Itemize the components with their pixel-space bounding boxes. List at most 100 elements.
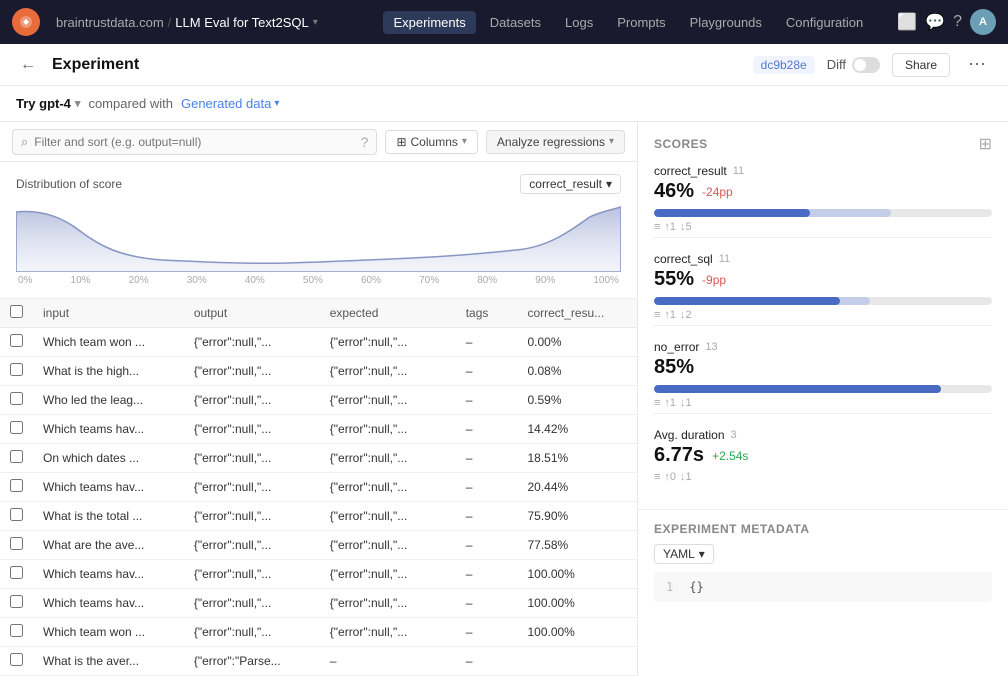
- row-select-checkbox[interactable]: [10, 363, 23, 376]
- row-checkbox[interactable]: [0, 502, 33, 531]
- row-input[interactable]: Who led the leag...: [33, 386, 184, 415]
- row-checkbox[interactable]: [0, 589, 33, 618]
- row-select-checkbox[interactable]: [10, 392, 23, 405]
- breadcrumb-project[interactable]: LLM Eval for Text2SQL: [175, 15, 308, 30]
- row-input[interactable]: What are the ave...: [33, 531, 184, 560]
- nav-link-logs[interactable]: Logs: [555, 11, 603, 34]
- score-action-2[interactable]: ↓1: [680, 471, 692, 483]
- search-input[interactable]: [34, 135, 354, 149]
- nav-link-prompts[interactable]: Prompts: [607, 11, 675, 34]
- score-action-1[interactable]: ↑1: [664, 309, 676, 321]
- row-input[interactable]: Which teams hav...: [33, 589, 184, 618]
- row-select-checkbox[interactable]: [10, 421, 23, 434]
- row-expected[interactable]: {"error":null,"...: [320, 386, 456, 415]
- row-output[interactable]: {"error":null,"...: [184, 560, 320, 589]
- row-output[interactable]: {"error":null,"...: [184, 386, 320, 415]
- row-select-checkbox[interactable]: [10, 508, 23, 521]
- row-expected[interactable]: {"error":null,"...: [320, 473, 456, 502]
- row-checkbox[interactable]: [0, 415, 33, 444]
- row-checkbox[interactable]: [0, 618, 33, 647]
- row-select-checkbox[interactable]: [10, 537, 23, 550]
- row-select-checkbox[interactable]: [10, 479, 23, 492]
- row-select-checkbox[interactable]: [10, 566, 23, 579]
- filter-input-wrap[interactable]: ⌕ ?: [12, 129, 377, 155]
- nav-link-experiments[interactable]: Experiments: [383, 11, 475, 34]
- compared-link[interactable]: Generated data ▾: [181, 96, 279, 111]
- score-action-0[interactable]: ≡: [654, 471, 660, 483]
- select-all-checkbox[interactable]: [10, 305, 23, 318]
- th-score[interactable]: correct_resu...: [517, 299, 637, 328]
- nav-link-datasets[interactable]: Datasets: [480, 11, 551, 34]
- row-input[interactable]: Which teams hav...: [33, 560, 184, 589]
- row-input[interactable]: Which team won ...: [33, 618, 184, 647]
- row-output[interactable]: {"error":null,"...: [184, 357, 320, 386]
- row-select-checkbox[interactable]: [10, 624, 23, 637]
- scores-options-icon[interactable]: ⊞: [979, 134, 992, 154]
- row-expected[interactable]: –: [320, 647, 456, 676]
- th-expected[interactable]: expected: [320, 299, 456, 328]
- score-action-1[interactable]: ↑1: [664, 397, 676, 409]
- row-expected[interactable]: {"error":null,"...: [320, 328, 456, 357]
- row-expected[interactable]: {"error":null,"...: [320, 357, 456, 386]
- row-input[interactable]: Which teams hav...: [33, 415, 184, 444]
- yaml-format-selector[interactable]: YAML ▾: [654, 544, 714, 564]
- score-action-2[interactable]: ↓5: [680, 221, 692, 233]
- score-action-2[interactable]: ↓1: [680, 397, 692, 409]
- row-checkbox[interactable]: [0, 328, 33, 357]
- columns-button[interactable]: ⊞ Columns ▾: [385, 130, 477, 154]
- chat-icon[interactable]: 💬: [925, 12, 945, 32]
- row-input[interactable]: What is the high...: [33, 357, 184, 386]
- score-action-2[interactable]: ↓2: [680, 309, 692, 321]
- analyze-regressions-button[interactable]: Analyze regressions ▾: [486, 130, 625, 154]
- row-output[interactable]: {"error":null,"...: [184, 531, 320, 560]
- score-action-0[interactable]: ≡: [654, 221, 660, 233]
- row-expected[interactable]: {"error":null,"...: [320, 589, 456, 618]
- row-checkbox[interactable]: [0, 386, 33, 415]
- row-checkbox[interactable]: [0, 647, 33, 676]
- row-checkbox[interactable]: [0, 473, 33, 502]
- row-input[interactable]: Which team won ...: [33, 328, 184, 357]
- row-expected[interactable]: {"error":null,"...: [320, 531, 456, 560]
- score-action-1[interactable]: ↑0: [664, 471, 676, 483]
- help-icon[interactable]: ?: [953, 13, 962, 31]
- row-output[interactable]: {"error":null,"...: [184, 618, 320, 647]
- th-tags[interactable]: tags: [456, 299, 518, 328]
- row-checkbox[interactable]: [0, 531, 33, 560]
- row-select-checkbox[interactable]: [10, 334, 23, 347]
- row-output[interactable]: {"error":null,"...: [184, 589, 320, 618]
- row-expected[interactable]: {"error":null,"...: [320, 502, 456, 531]
- row-select-checkbox[interactable]: [10, 595, 23, 608]
- diff-toggle-switch[interactable]: [852, 57, 880, 73]
- row-expected[interactable]: {"error":null,"...: [320, 444, 456, 473]
- row-checkbox[interactable]: [0, 357, 33, 386]
- th-input[interactable]: input: [33, 299, 184, 328]
- avatar[interactable]: A: [970, 9, 996, 35]
- breadcrumb-caret[interactable]: ▾: [313, 17, 318, 28]
- row-output[interactable]: {"error":null,"...: [184, 473, 320, 502]
- help-circle-icon[interactable]: ?: [361, 134, 369, 150]
- nav-link-configuration[interactable]: Configuration: [776, 11, 873, 34]
- chart-selector[interactable]: correct_result ▾: [520, 174, 621, 194]
- row-output[interactable]: {"error":"Parse...: [184, 647, 320, 676]
- row-output[interactable]: {"error":null,"...: [184, 502, 320, 531]
- row-checkbox[interactable]: [0, 560, 33, 589]
- th-output[interactable]: output: [184, 299, 320, 328]
- row-output[interactable]: {"error":null,"...: [184, 444, 320, 473]
- model-selector[interactable]: Try gpt-4 ▾: [16, 96, 80, 111]
- row-select-checkbox[interactable]: [10, 450, 23, 463]
- row-expected[interactable]: {"error":null,"...: [320, 415, 456, 444]
- row-input[interactable]: What is the total ...: [33, 502, 184, 531]
- share-button[interactable]: Share: [892, 53, 950, 77]
- more-options-button[interactable]: ⋯: [962, 52, 992, 77]
- logo-icon[interactable]: [12, 8, 40, 36]
- monitor-icon[interactable]: ⬜: [897, 12, 917, 32]
- row-checkbox[interactable]: [0, 444, 33, 473]
- row-input[interactable]: Which teams hav...: [33, 473, 184, 502]
- row-output[interactable]: {"error":null,"...: [184, 415, 320, 444]
- row-input[interactable]: On which dates ...: [33, 444, 184, 473]
- score-action-0[interactable]: ≡: [654, 397, 660, 409]
- row-input[interactable]: What is the aver...: [33, 647, 184, 676]
- row-expected[interactable]: {"error":null,"...: [320, 618, 456, 647]
- row-select-checkbox[interactable]: [10, 653, 23, 666]
- score-action-0[interactable]: ≡: [654, 309, 660, 321]
